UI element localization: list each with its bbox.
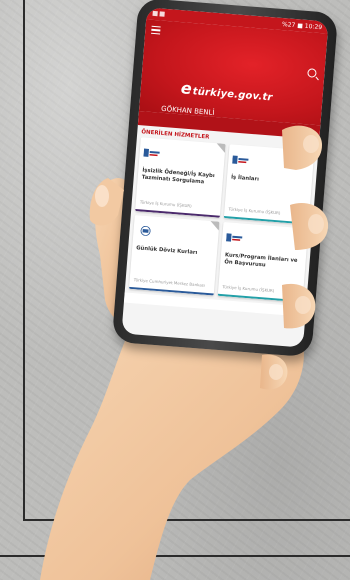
search-icon[interactable] bbox=[307, 68, 317, 78]
card-corner bbox=[209, 220, 220, 231]
phone-screen: %27 ■ 10:29 etürkiye.gov.tr GÖKHAN BENLİ… bbox=[121, 7, 329, 348]
card-organization: Türkiye İş Kurumu (İŞKUR) bbox=[228, 206, 281, 216]
card-corner bbox=[215, 143, 226, 153]
notification-icons bbox=[152, 10, 167, 18]
logo-text: türkiye.gov.tr bbox=[192, 86, 273, 104]
card-organization: Türkiye İş Kurumu (İŞKUR) bbox=[222, 283, 275, 294]
service-card[interactable]: İşsizlik Ödeneği/İş Kaybı Tazminatı Sorg… bbox=[135, 137, 226, 218]
card-organization: Türkiye İş Kurumu (İŞKUR) bbox=[139, 199, 192, 209]
service-grid: İşsizlik Ödeneği/İş Kaybı Tazminatı Sorg… bbox=[125, 137, 318, 303]
iskur-logo-icon bbox=[232, 155, 249, 164]
iskur-logo-icon bbox=[225, 233, 243, 242]
service-card[interactable]: Günlük Döviz Kurları Türkiye Cumhuriyet … bbox=[128, 215, 220, 296]
hamburger-menu-icon[interactable] bbox=[151, 25, 161, 37]
card-title: Günlük Döviz Kurları bbox=[135, 245, 198, 257]
smartphone: %27 ■ 10:29 etürkiye.gov.tr GÖKHAN BENLİ… bbox=[111, 0, 339, 358]
service-card[interactable]: İş İlanları Türkiye İş Kurumu (İŞKUR) bbox=[223, 144, 315, 225]
card-title: İş İlanları bbox=[230, 174, 260, 183]
iskur-logo-icon bbox=[143, 148, 160, 157]
card-organization: Türkiye Cumhuriyet Merkez Bankası bbox=[133, 276, 206, 288]
card-corner bbox=[298, 227, 309, 238]
card-title: İşsizlik Ödeneği/İş Kaybı Tazminatı Sorg… bbox=[141, 167, 215, 186]
turkiye-gov-logo: etürkiye.gov.tr bbox=[180, 78, 273, 104]
status-text: %27 ■ 10:29 bbox=[281, 20, 323, 31]
logo-mark: e bbox=[180, 78, 193, 99]
card-corner bbox=[304, 150, 315, 160]
service-card[interactable]: Kurs/Program İlanları ve Ön Başvurusu Tü… bbox=[217, 222, 309, 303]
card-title: Kurs/Program İlanları ve Ön Başvurusu bbox=[224, 252, 298, 269]
tcmb-logo-icon bbox=[140, 225, 151, 236]
